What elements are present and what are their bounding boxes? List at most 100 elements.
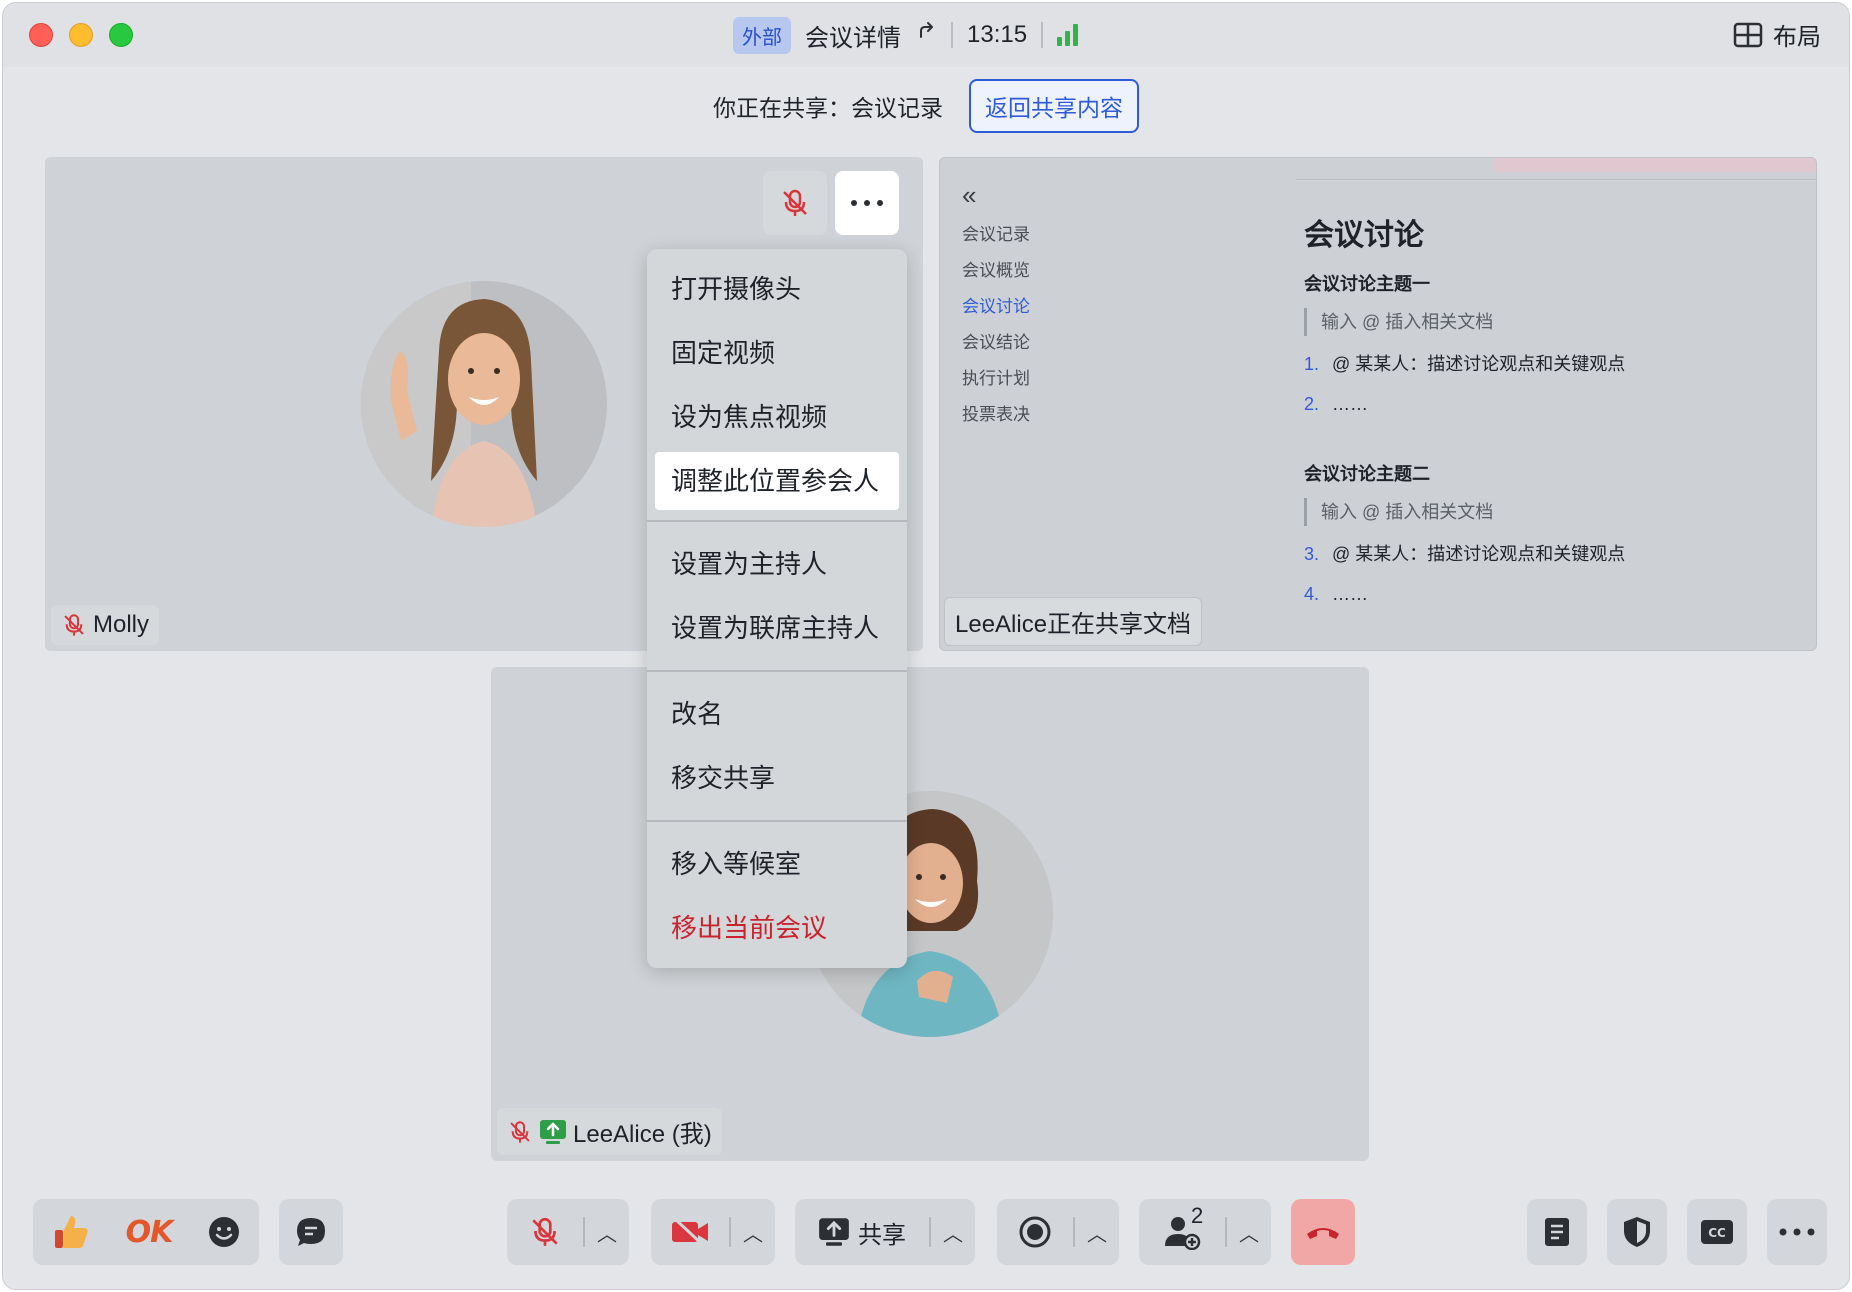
mic-off-icon bbox=[783, 189, 807, 216]
camera-off-icon bbox=[672, 1216, 708, 1248]
doc-top-strip bbox=[1296, 158, 1816, 180]
outline-item[interactable]: 会议记录 bbox=[962, 217, 1030, 253]
ok-reaction-button[interactable]: OK bbox=[126, 1199, 174, 1265]
document-icon bbox=[1545, 1218, 1569, 1246]
meeting-details-link[interactable]: 会议详情 bbox=[805, 18, 901, 53]
captions-button[interactable]: CC bbox=[1687, 1199, 1747, 1265]
menu-item-transfer-share[interactable]: 移交共享 bbox=[647, 746, 907, 810]
notes-button[interactable] bbox=[1527, 1199, 1587, 1265]
participants-button[interactable]: 2 bbox=[1139, 1199, 1225, 1265]
signal-strength-icon[interactable] bbox=[1057, 24, 1079, 46]
thumbs-up-icon bbox=[54, 1216, 88, 1248]
doc-heading: 会议讨论 bbox=[1304, 219, 1424, 252]
bottom-toolbar: OK ︿ ︿ 共享 ︿ ︿ 2 ︿ CC bbox=[3, 1183, 1849, 1283]
menu-separator bbox=[647, 820, 907, 822]
mic-off-icon bbox=[64, 614, 84, 636]
mic-options-chevron-icon[interactable]: ︿ bbox=[585, 1218, 629, 1247]
doc-quote: 输入 @ 插入相关文档 bbox=[1304, 498, 1804, 526]
outline-item[interactable]: 执行计划 bbox=[962, 361, 1030, 397]
participant-name-tag: Molly bbox=[51, 605, 160, 645]
meeting-time: 13:15 bbox=[967, 21, 1028, 48]
mic-group: ︿ bbox=[507, 1199, 629, 1265]
minimize-window-button[interactable] bbox=[69, 23, 93, 47]
participants-count: 2 bbox=[1191, 1203, 1204, 1228]
outline-item[interactable]: 会议结论 bbox=[962, 325, 1030, 361]
collapse-outline-icon[interactable]: « bbox=[962, 180, 1030, 211]
menu-item-pin-video[interactable]: 固定视频 bbox=[647, 321, 907, 385]
record-button[interactable] bbox=[997, 1199, 1073, 1265]
menu-separator bbox=[647, 520, 907, 522]
menu-item-move-to-waiting-room[interactable]: 移入等候室 bbox=[647, 832, 907, 896]
sharer-name-tag: LeeAlice正在共享文档 bbox=[944, 597, 1203, 646]
smiley-icon bbox=[209, 1217, 240, 1247]
external-badge: 外部 bbox=[733, 16, 791, 54]
outline-item-active[interactable]: 会议讨论 bbox=[962, 289, 1030, 325]
participant-name-tag: LeeAlice (我) bbox=[497, 1108, 722, 1155]
doc-list-item: 3. @ 某某人：描述讨论观点和关键观点 bbox=[1304, 544, 1626, 564]
shield-icon bbox=[1624, 1217, 1650, 1247]
layout-button[interactable]: 布局 bbox=[1733, 17, 1821, 52]
camera-options-chevron-icon[interactable]: ︿ bbox=[731, 1218, 775, 1247]
menu-item-make-cohost[interactable]: 设置为联席主持人 bbox=[647, 596, 907, 660]
participant-name: LeeAlice (我) bbox=[573, 1121, 712, 1148]
participants-group: 2 ︿ bbox=[1139, 1199, 1271, 1265]
leave-meeting-button[interactable] bbox=[1291, 1199, 1355, 1265]
menu-item-remove-from-meeting[interactable]: 移出当前会议 bbox=[647, 896, 907, 960]
record-group: ︿ bbox=[997, 1199, 1119, 1265]
more-dots-icon bbox=[851, 200, 883, 206]
outline-item[interactable]: 会议概览 bbox=[962, 253, 1030, 289]
layout-grid-icon bbox=[1733, 22, 1763, 47]
thumbs-up-reaction-button[interactable] bbox=[51, 1199, 91, 1265]
video-tile-leealice[interactable]: LeeAlice (我) bbox=[491, 667, 1369, 1161]
record-icon bbox=[1019, 1216, 1051, 1248]
return-to-share-button[interactable]: 返回共享内容 bbox=[969, 79, 1139, 133]
reactions-group: OK bbox=[33, 1199, 259, 1265]
title-bar: 外部 会议详情 13:15 布局 bbox=[3, 3, 1849, 67]
shared-document-tile[interactable]: « 会议记录 会议概览 会议讨论 会议结论 执行计划 投票表决 会议讨论 会议讨… bbox=[939, 157, 1817, 651]
close-window-button[interactable] bbox=[29, 23, 53, 47]
sharing-status-text: 你正在共享：会议记录 bbox=[713, 95, 943, 121]
doc-quote: 输入 @ 插入相关文档 bbox=[1304, 308, 1804, 336]
share-banner: 你正在共享：会议记录 返回共享内容 bbox=[3, 69, 1849, 143]
mute-button[interactable] bbox=[507, 1199, 583, 1265]
menu-item-rename[interactable]: 改名 bbox=[647, 682, 907, 746]
camera-button[interactable] bbox=[651, 1199, 729, 1265]
doc-list-item: 1. @ 某某人：描述讨论观点和关键观点 bbox=[1304, 354, 1626, 374]
tile-more-button[interactable] bbox=[835, 171, 899, 235]
participants-options-chevron-icon[interactable]: ︿ bbox=[1227, 1218, 1271, 1247]
more-options-button[interactable] bbox=[1767, 1199, 1827, 1265]
chat-button[interactable] bbox=[279, 1199, 343, 1265]
layout-label: 布局 bbox=[1773, 24, 1821, 51]
share-link-icon[interactable] bbox=[915, 21, 937, 50]
doc-subheading: 会议讨论主题二 bbox=[1304, 464, 1430, 484]
doc-list-item: 4.…… bbox=[1304, 584, 1368, 604]
zoom-window-button[interactable] bbox=[109, 23, 133, 47]
tile-mute-button[interactable] bbox=[763, 171, 827, 235]
outline-item[interactable]: 投票表决 bbox=[962, 397, 1030, 433]
menu-item-open-camera[interactable]: 打开摄像头 bbox=[647, 257, 907, 321]
share-options-chevron-icon[interactable]: ︿ bbox=[931, 1218, 975, 1247]
chat-bubble-icon bbox=[297, 1218, 325, 1246]
svg-text:CC: CC bbox=[1708, 1226, 1726, 1240]
hang-up-icon bbox=[1307, 1228, 1339, 1239]
closed-captions-icon: CC bbox=[1701, 1220, 1733, 1244]
doc-content: 会议讨论 会议讨论主题一 输入 @ 插入相关文档 1. @ 某某人：描述讨论观点和… bbox=[1304, 210, 1804, 620]
doc-subheading: 会议讨论主题一 bbox=[1304, 274, 1430, 294]
share-group: 共享 ︿ bbox=[795, 1199, 975, 1265]
more-dots-icon bbox=[1779, 1228, 1815, 1236]
title-center: 外部 会议详情 13:15 bbox=[733, 16, 1079, 54]
screen-share-icon bbox=[819, 1218, 849, 1246]
menu-item-make-host[interactable]: 设置为主持人 bbox=[647, 532, 907, 596]
share-label: 共享 bbox=[858, 1221, 906, 1249]
share-button[interactable]: 共享 bbox=[795, 1199, 929, 1265]
menu-separator bbox=[647, 670, 907, 672]
screen-share-icon bbox=[540, 1119, 566, 1144]
emoji-button[interactable] bbox=[207, 1199, 241, 1265]
menu-item-adjust-participant-position[interactable]: 调整此位置参会人 bbox=[655, 452, 899, 510]
security-button[interactable] bbox=[1607, 1199, 1667, 1265]
doc-list-item: 2.…… bbox=[1304, 394, 1368, 414]
separator bbox=[951, 22, 953, 48]
menu-item-set-focus-video[interactable]: 设为焦点视频 bbox=[647, 385, 907, 449]
separator bbox=[1041, 22, 1044, 48]
record-options-chevron-icon[interactable]: ︿ bbox=[1075, 1218, 1119, 1247]
